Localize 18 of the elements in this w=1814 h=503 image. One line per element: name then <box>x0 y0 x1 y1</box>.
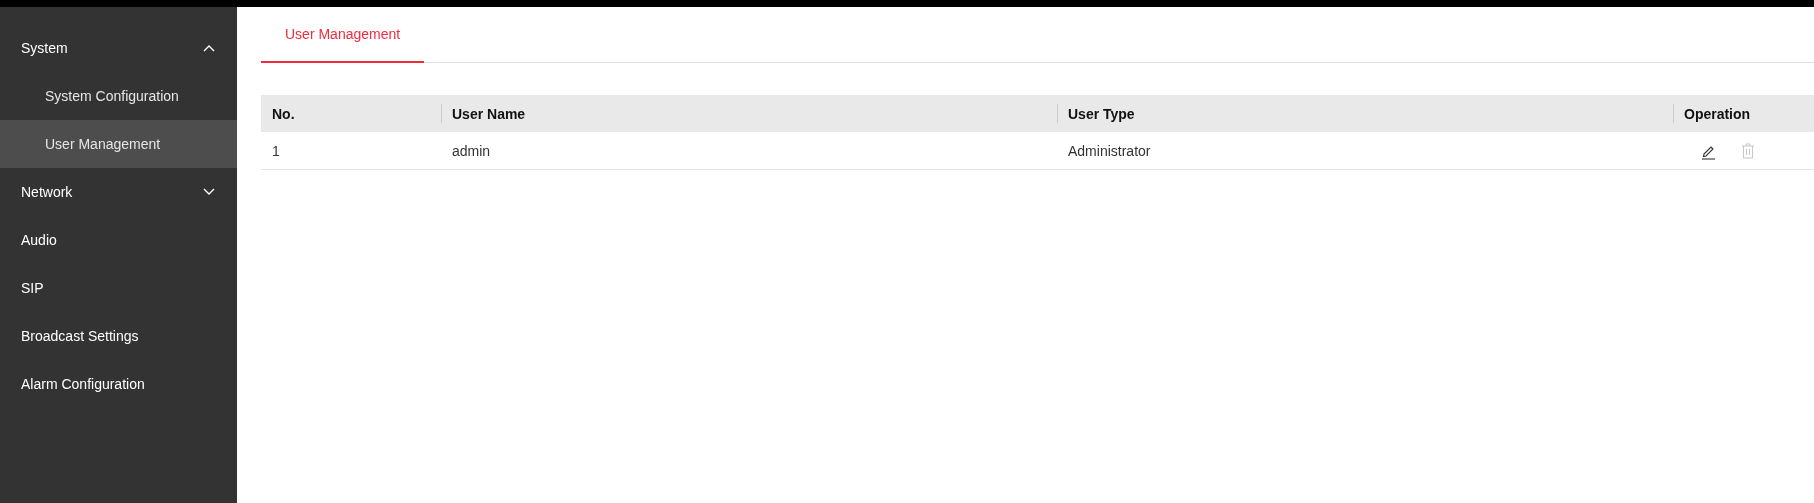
column-header: User Type <box>1057 95 1673 132</box>
column-header: User Name <box>441 95 1057 132</box>
table-cell: admin <box>452 142 491 159</box>
chevron-down-icon <box>203 188 215 196</box>
table-cell: 1 <box>272 142 280 159</box>
sidebar-subitem[interactable]: System Configuration <box>0 72 237 120</box>
sidebar-item[interactable]: Audio <box>0 216 237 264</box>
sidebar-item[interactable]: Broadcast Settings <box>0 312 237 360</box>
sidebar-item[interactable]: Network <box>0 168 237 216</box>
table-cell: Administrator <box>1068 142 1151 159</box>
sidebar-subitem[interactable]: User Management <box>0 120 237 168</box>
column-header: No. <box>261 95 441 132</box>
sidebar-item[interactable]: System <box>0 24 237 72</box>
chevron-up-icon <box>203 44 215 52</box>
column-header: Operation <box>1673 95 1814 132</box>
sidebar-item[interactable]: SIP <box>0 264 237 312</box>
tab[interactable]: User Management <box>261 7 425 63</box>
sidebar-item[interactable]: Alarm Configuration <box>0 360 237 408</box>
